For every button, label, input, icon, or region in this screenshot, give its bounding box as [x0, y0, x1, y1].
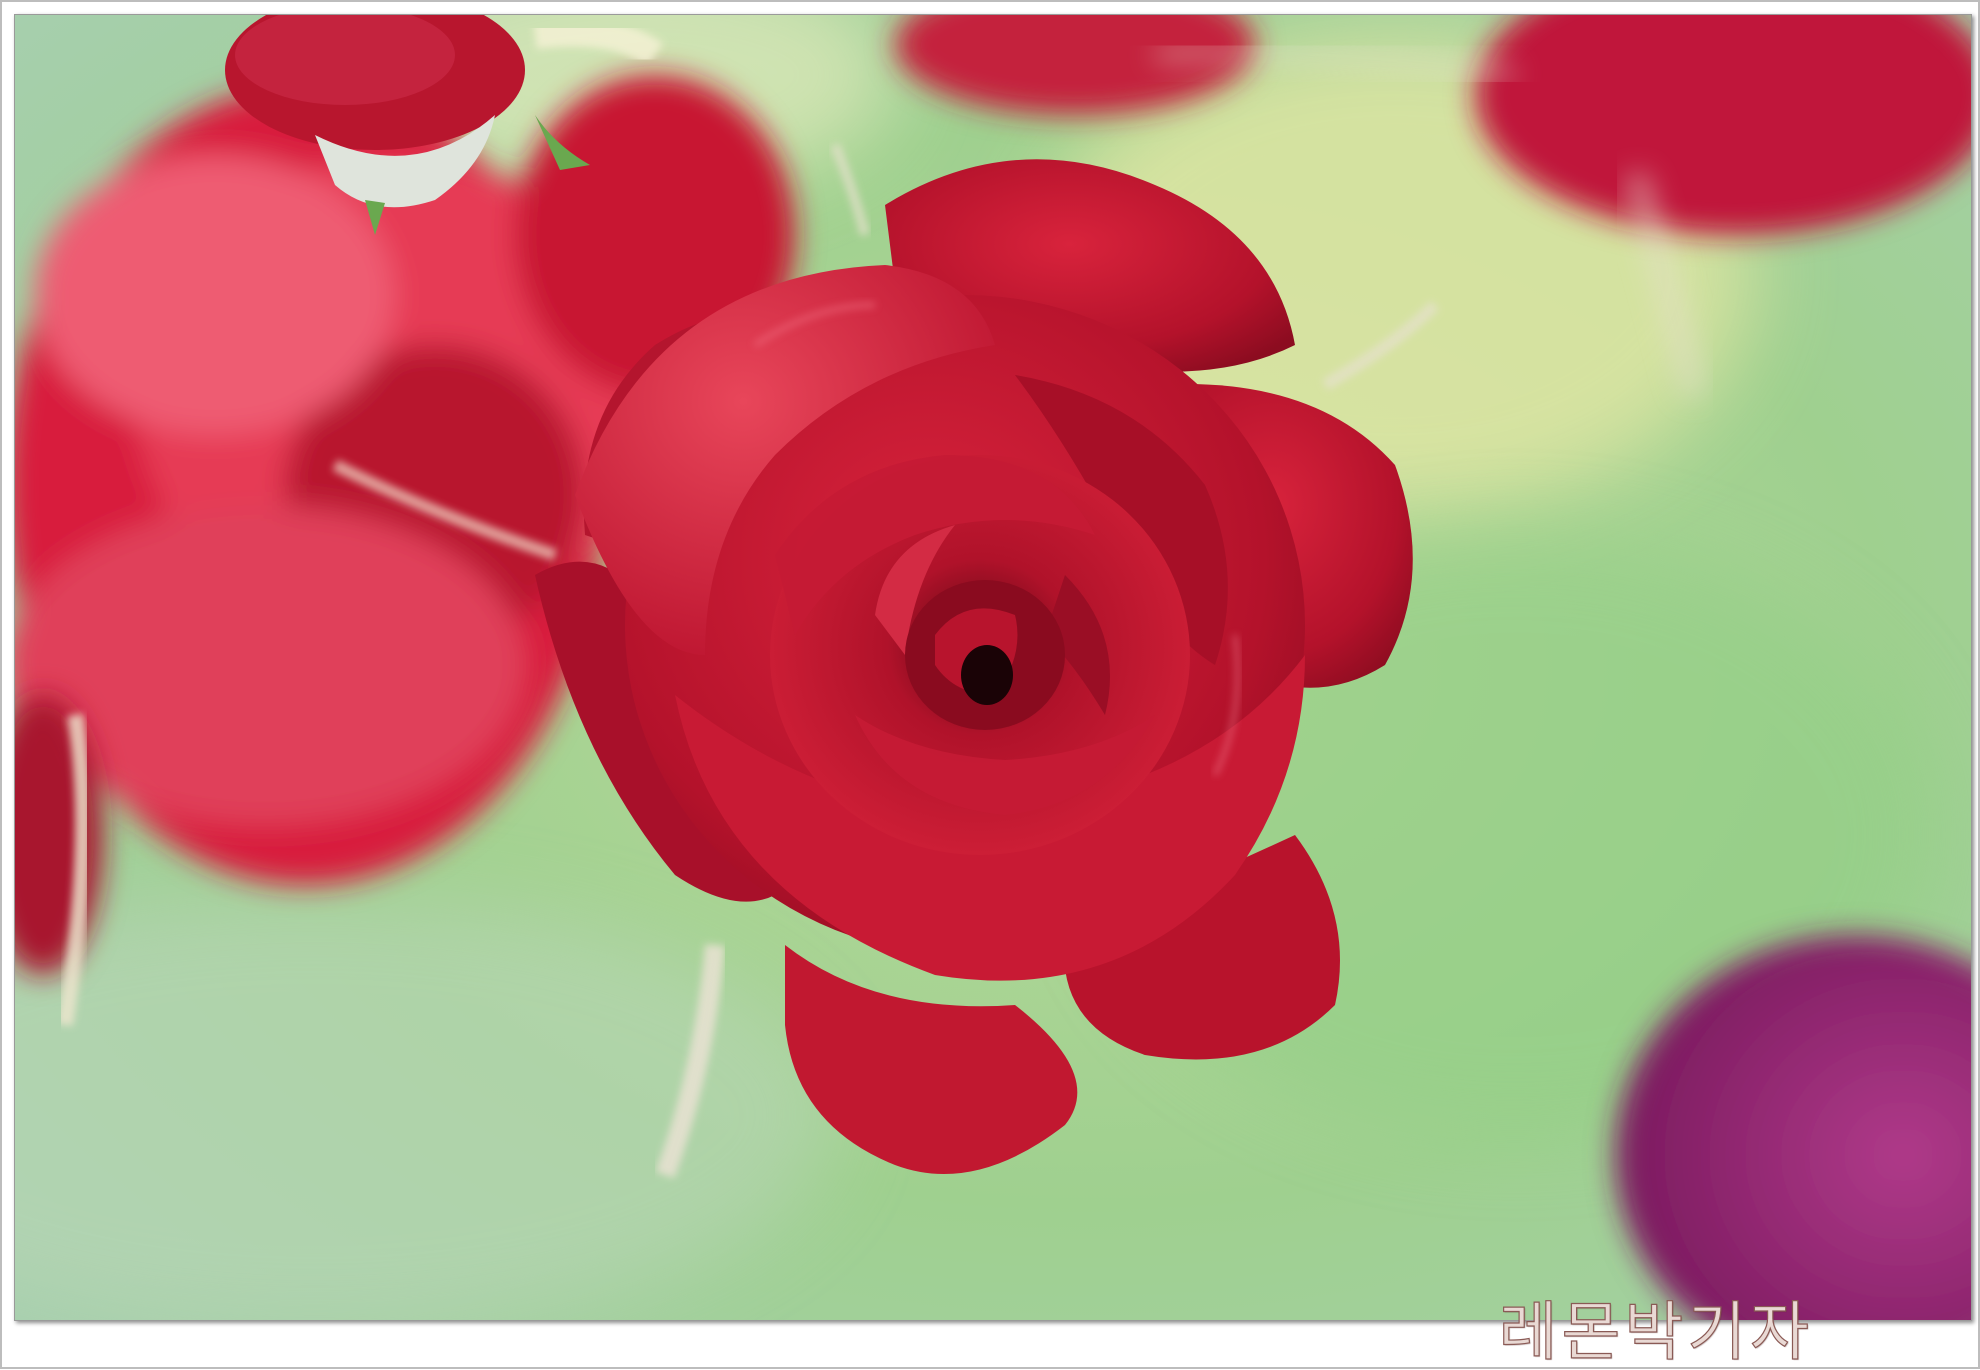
watermark-text: 레몬박기자 [1498, 1296, 1813, 1370]
photo-frame: 레몬박기자 [0, 0, 1980, 1369]
rose-illustration [15, 15, 1971, 1320]
rose-photo [14, 14, 1972, 1321]
